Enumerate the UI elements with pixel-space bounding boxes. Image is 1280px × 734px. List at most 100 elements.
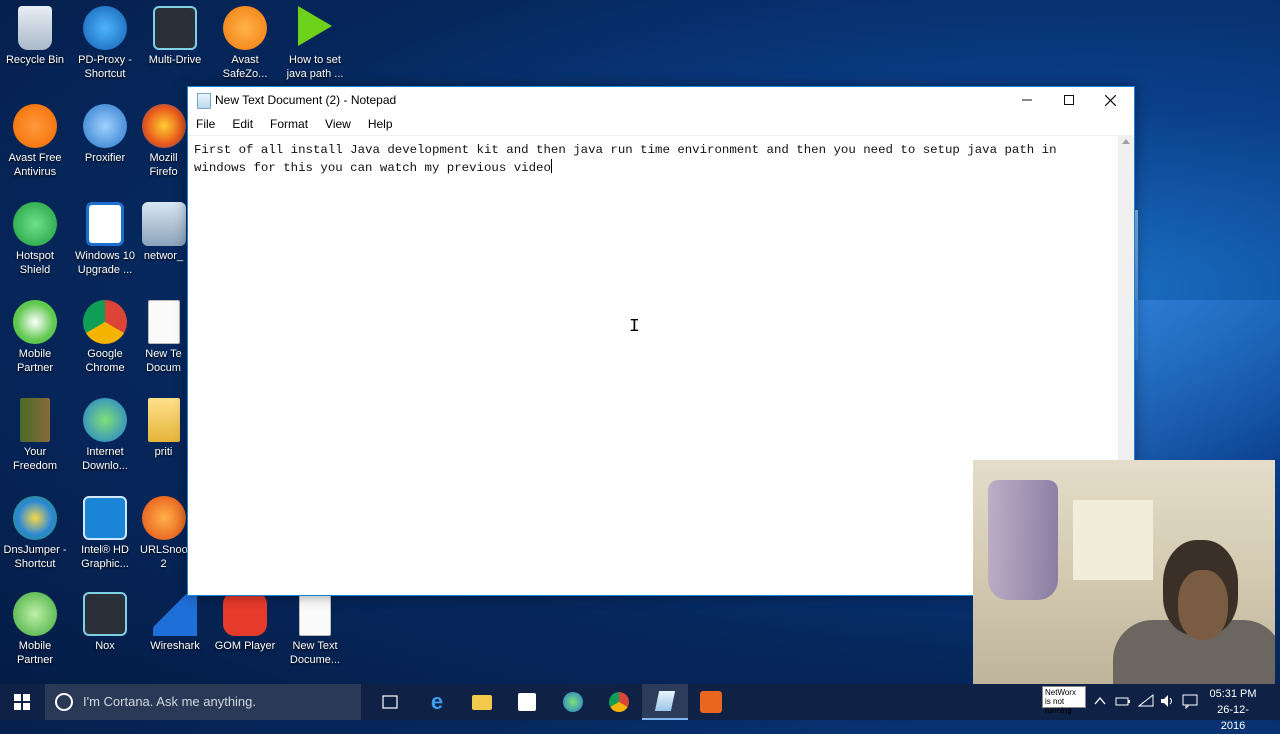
folder-icon xyxy=(472,694,492,710)
scroll-up-arrow-icon[interactable] xyxy=(1122,139,1130,144)
taskbar-chrome[interactable] xyxy=(596,684,642,720)
desktop-icon-multi-drive[interactable]: Multi-Drive xyxy=(140,6,210,67)
webcam-person-face xyxy=(1178,570,1228,640)
desktop-icon-wireshark[interactable]: Wireshark xyxy=(140,592,210,653)
close-button[interactable] xyxy=(1088,87,1133,113)
networx-icon xyxy=(141,202,186,246)
menu-help[interactable]: Help xyxy=(368,117,393,131)
desktop-icon-gom-player[interactable]: GOM Player xyxy=(210,592,280,653)
desktop-icon-hotspot-shield[interactable]: Hotspot Shield xyxy=(0,202,70,277)
desktop-icon-urlsnooper[interactable]: URLSnoo 2 xyxy=(140,496,187,571)
desktop-icon-your-freedom[interactable]: Your Freedom xyxy=(0,398,70,473)
menu-file[interactable]: File xyxy=(196,117,215,131)
store-icon xyxy=(518,693,536,711)
desktop-icon-new-text-doc-2[interactable]: New Text Docume... xyxy=(280,592,350,667)
clock-date: 26-12-2016 xyxy=(1217,704,1249,732)
avast-icon xyxy=(13,104,57,148)
wifi-icon[interactable] xyxy=(1138,694,1154,708)
taskbar-store[interactable] xyxy=(504,684,550,720)
volume-icon[interactable] xyxy=(1160,694,1174,708)
door-icon xyxy=(20,398,50,442)
cortana-search-box[interactable]: I'm Cortana. Ask me anything. xyxy=(45,684,361,720)
menu-edit[interactable]: Edit xyxy=(232,117,253,131)
desktop-icon-avast-safezone[interactable]: Avast SafeZo... xyxy=(210,6,280,81)
text-caret xyxy=(550,159,552,173)
desktop-icon-chrome[interactable]: Google Chrome xyxy=(70,300,140,375)
desktop-icon-networx[interactable]: networ_ xyxy=(140,202,187,263)
notepad-icon xyxy=(654,691,676,711)
video-play-icon xyxy=(298,6,332,46)
desktop-icon-recycle-bin[interactable]: Recycle Bin xyxy=(0,6,70,67)
webcam-background-window xyxy=(1073,500,1153,580)
desktop-icon-intel-hd-graphics[interactable]: Intel® HD Graphic... xyxy=(70,496,140,571)
desktop-icon-internet-download-manager[interactable]: Internet Downlo... xyxy=(70,398,140,473)
idm-icon xyxy=(83,398,127,442)
gom-player-icon xyxy=(223,592,267,636)
globe-icon xyxy=(83,6,127,50)
webcam-overlay xyxy=(973,460,1275,684)
desktop-icon-nox[interactable]: Nox xyxy=(70,592,140,653)
desktop-icon-windows10-upgrade[interactable]: Windows 10 Upgrade ... xyxy=(70,202,140,277)
text-document-icon xyxy=(299,592,331,636)
task-view-icon xyxy=(382,695,398,709)
chrome-icon xyxy=(609,692,629,712)
desktop-icon-new-text-doc-1[interactable]: New Te Docum xyxy=(140,300,187,375)
firefox-icon xyxy=(141,104,186,148)
desktop-icon-firefox[interactable]: Mozill Firefo xyxy=(140,104,187,179)
title-bar[interactable]: New Text Document (2) - Notepad xyxy=(188,87,1134,113)
taskbar-file-explorer[interactable] xyxy=(459,684,505,720)
networx-tray-notice[interactable]: NetWorx is not running xyxy=(1042,686,1086,715)
desktop-icon-mobile-partner[interactable]: Mobile Partner xyxy=(0,300,70,375)
chrome-icon xyxy=(83,300,127,344)
taskbar-recorder[interactable] xyxy=(688,684,734,720)
minimize-button[interactable] xyxy=(1004,87,1049,113)
taskbar-idm[interactable] xyxy=(550,684,596,720)
close-icon xyxy=(1105,94,1116,106)
ibeam-cursor-icon: I xyxy=(629,317,640,337)
desktop-icon-proxifier[interactable]: Proxifier xyxy=(70,104,140,165)
notepad-icon xyxy=(197,93,211,109)
proxifier-icon xyxy=(83,104,127,148)
desktop-icon-mobile-partner-2[interactable]: Mobile Partner xyxy=(0,592,70,667)
desktop-icon-priti[interactable]: priti xyxy=(140,398,187,459)
maximize-icon xyxy=(1063,95,1074,105)
cortana-icon xyxy=(55,693,73,711)
desktop-icon-dnsjumper[interactable]: DnsJumper - Shortcut xyxy=(0,496,70,571)
taskbar-edge[interactable]: e xyxy=(414,684,460,720)
desktop-icon-avast-free[interactable]: Avast Free Antivirus xyxy=(0,104,70,179)
editor-text: First of all install Java development ki… xyxy=(194,143,1057,175)
mobile-partner-icon xyxy=(13,592,57,636)
window-title: New Text Document (2) - Notepad xyxy=(215,93,397,107)
avast-safezone-icon xyxy=(223,6,267,50)
taskbar-notepad[interactable] xyxy=(642,684,688,720)
text-document-icon xyxy=(147,300,180,344)
wireshark-fin-icon xyxy=(153,592,197,636)
clock-time: 05:31 PM xyxy=(1209,688,1257,700)
urlsnooper-icon xyxy=(141,496,186,540)
show-hidden-icons-chevron-icon[interactable] xyxy=(1094,696,1106,706)
menu-bar: File Edit Format View Help xyxy=(188,113,1134,136)
nox-icon xyxy=(153,6,197,50)
menu-format[interactable]: Format xyxy=(270,117,308,131)
action-center-icon[interactable] xyxy=(1182,693,1198,709)
minimize-icon xyxy=(1021,99,1032,101)
recycle-bin-icon xyxy=(18,6,52,50)
taskbar-clock[interactable]: 05:31 PM 26-12-2016 xyxy=(1208,686,1258,734)
menu-view[interactable]: View xyxy=(325,117,351,131)
idm-icon xyxy=(563,692,583,712)
wallpaper-glow xyxy=(1134,300,1280,460)
windows-logo-icon xyxy=(14,694,30,710)
windows-upgrade-icon xyxy=(86,202,124,246)
maximize-button[interactable] xyxy=(1046,87,1091,113)
desktop-icon-how-to-set-java[interactable]: How to set java path ... xyxy=(280,6,350,81)
desktop-icon-pd-proxy[interactable]: PD-Proxy - Shortcut xyxy=(70,6,140,81)
start-button[interactable] xyxy=(0,684,44,720)
task-view-button[interactable] xyxy=(367,684,413,720)
webcam-hanging-cloth xyxy=(988,480,1058,600)
nox-icon xyxy=(83,592,127,636)
mobile-partner-icon xyxy=(13,300,57,344)
battery-plug-icon[interactable] xyxy=(1115,694,1131,708)
edge-icon: e xyxy=(430,689,444,714)
folder-icon xyxy=(147,398,180,442)
intel-graphics-icon xyxy=(83,496,127,540)
